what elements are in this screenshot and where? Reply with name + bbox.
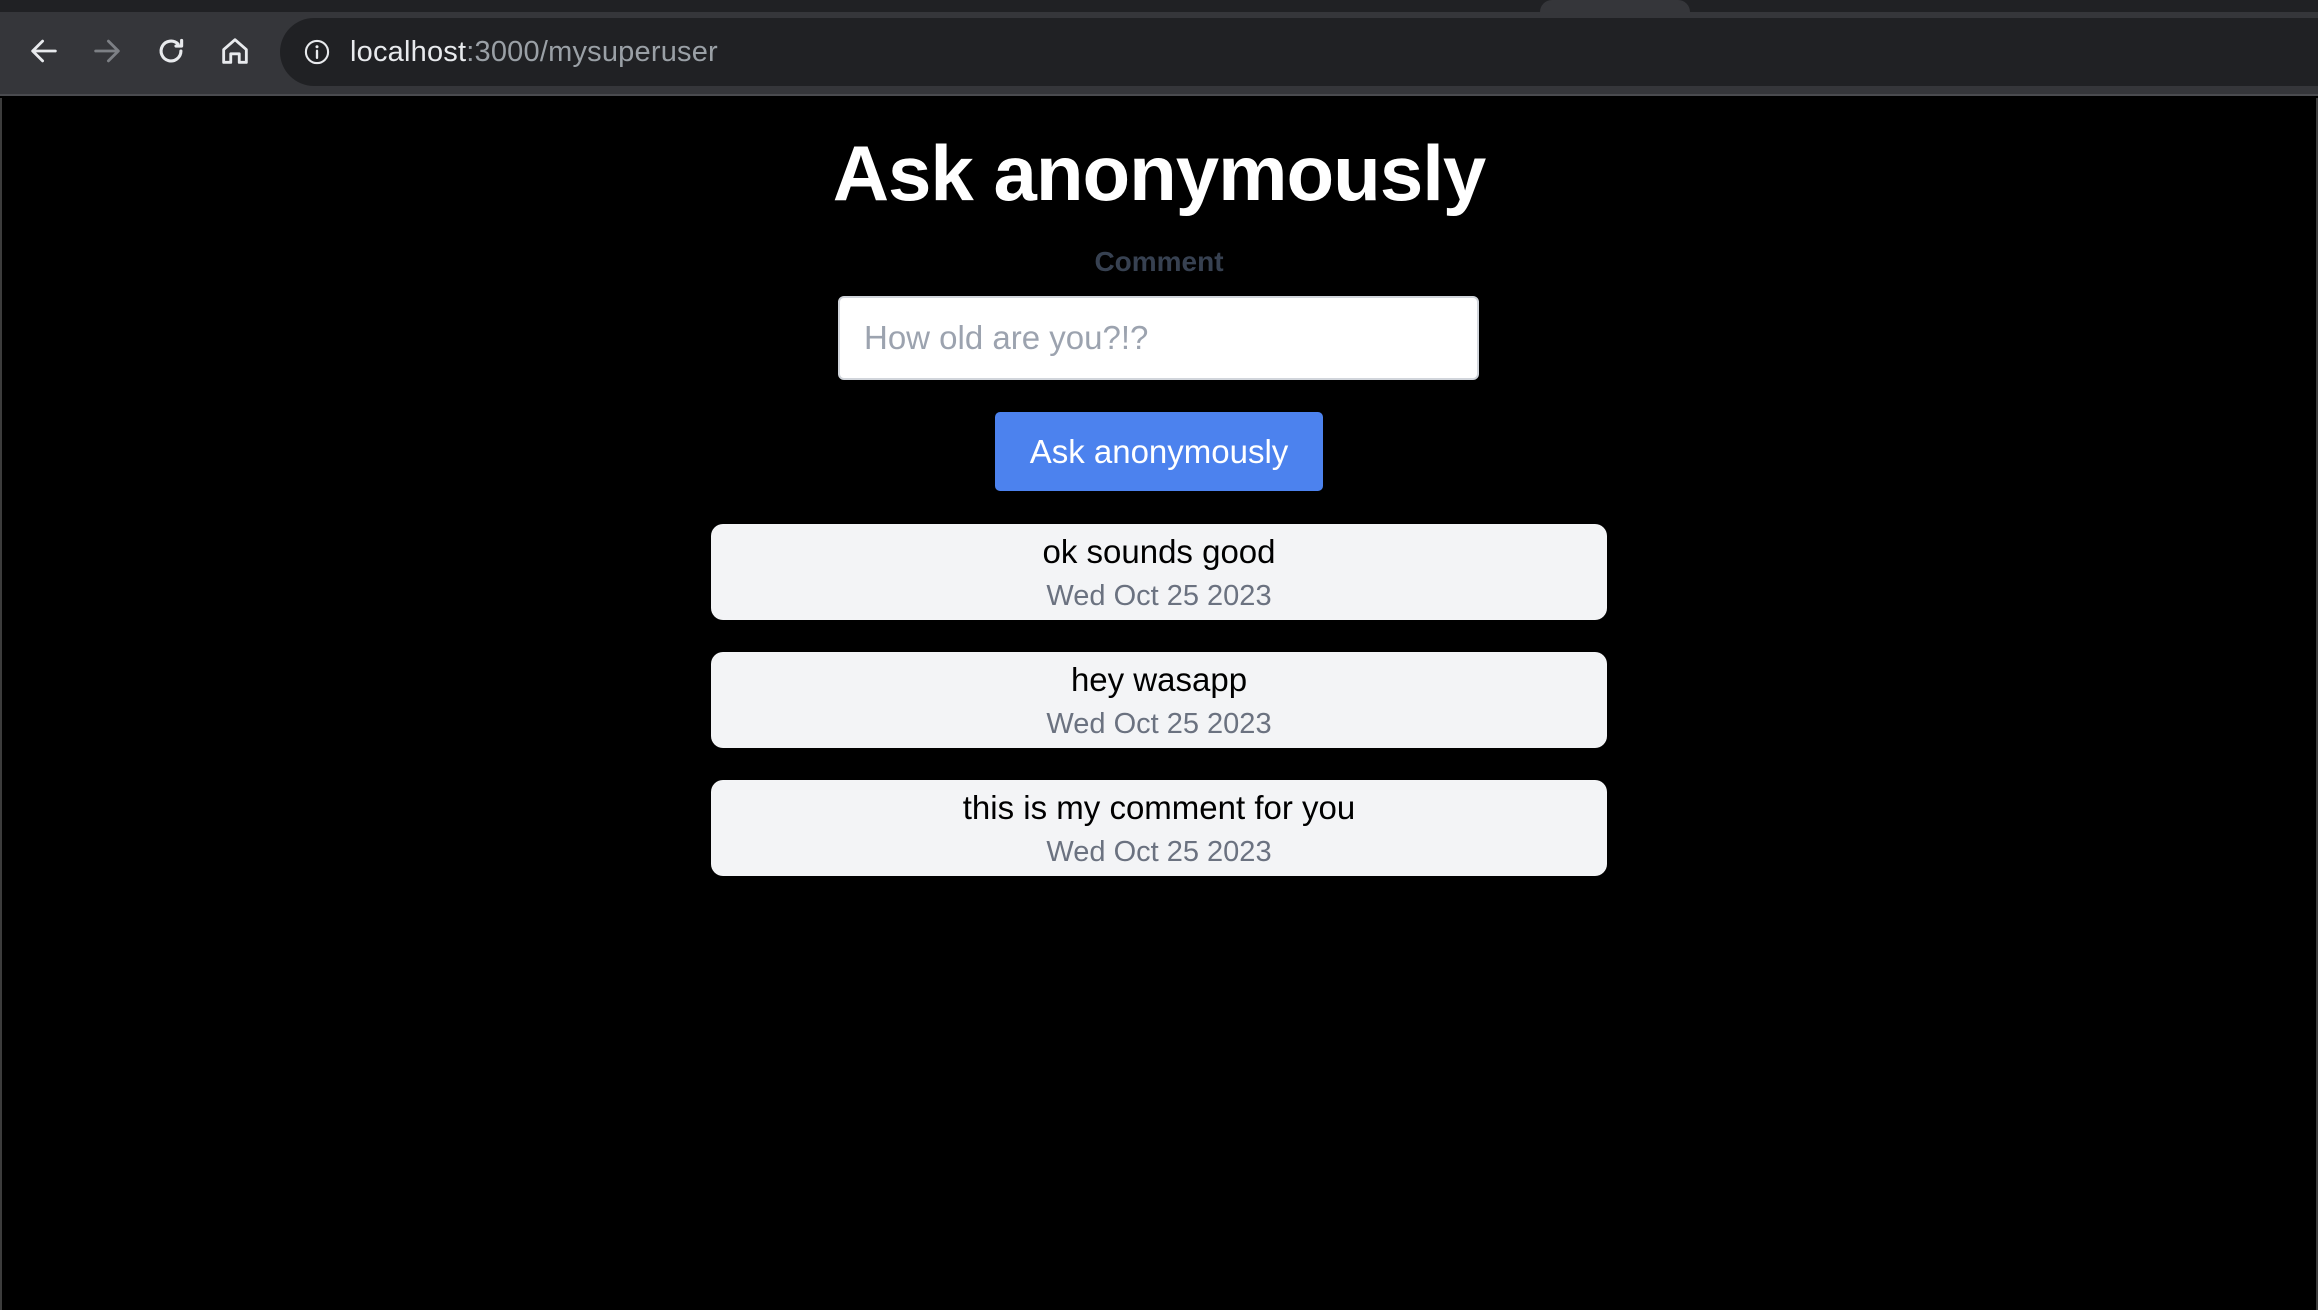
page-content: Ask anonymously Comment Ask anonymously … bbox=[0, 98, 2318, 1310]
comment-date: Wed Oct 25 2023 bbox=[1046, 708, 1272, 740]
arrow-right-icon bbox=[94, 39, 120, 63]
tab-strip bbox=[0, 0, 2318, 12]
active-tab[interactable] bbox=[1540, 0, 1690, 12]
home-icon bbox=[222, 38, 248, 64]
forward-button[interactable] bbox=[84, 28, 130, 74]
comment-list: ok sounds good Wed Oct 25 2023 hey wasap… bbox=[711, 524, 1607, 908]
url-host: localhost bbox=[350, 35, 467, 68]
comment-text: hey wasapp bbox=[1070, 661, 1248, 698]
comment-input[interactable] bbox=[838, 296, 1479, 380]
browser-toolbar: localhost:3000/mysuperuser bbox=[0, 0, 2318, 96]
reload-icon bbox=[159, 38, 184, 63]
comment-date: Wed Oct 25 2023 bbox=[1046, 580, 1272, 612]
comment-card: this is my comment for you Wed Oct 25 20… bbox=[711, 780, 1607, 876]
ask-anonymously-button[interactable]: Ask anonymously bbox=[995, 412, 1323, 491]
page-title: Ask anonymously bbox=[832, 129, 1487, 217]
home-button[interactable] bbox=[212, 28, 258, 74]
url-path: :3000/mysuperuser bbox=[466, 35, 718, 68]
url-text[interactable]: localhost:3000/mysuperuser bbox=[350, 36, 718, 69]
info-icon[interactable] bbox=[302, 37, 332, 67]
comment-date: Wed Oct 25 2023 bbox=[1046, 836, 1272, 868]
comment-text: this is my comment for you bbox=[962, 789, 1356, 826]
comment-text: ok sounds good bbox=[1042, 533, 1276, 570]
comment-card: ok sounds good Wed Oct 25 2023 bbox=[711, 524, 1607, 620]
reload-button[interactable] bbox=[148, 28, 194, 74]
address-bar[interactable]: localhost:3000/mysuperuser bbox=[280, 18, 2318, 86]
arrow-left-icon bbox=[31, 39, 57, 63]
back-button[interactable] bbox=[21, 28, 67, 74]
comment-label: Comment bbox=[1094, 246, 1224, 277]
comment-card: hey wasapp Wed Oct 25 2023 bbox=[711, 652, 1607, 748]
